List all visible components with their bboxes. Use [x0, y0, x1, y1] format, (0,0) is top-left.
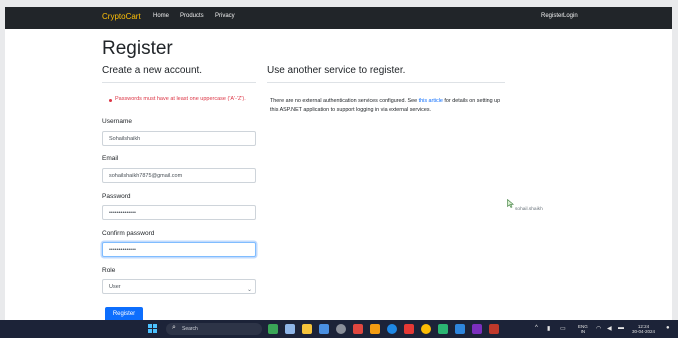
confirm-password-field[interactable]: •••••••••••••• [102, 242, 256, 257]
file-explorer-icon[interactable] [302, 324, 312, 334]
email-field[interactable]: sohailshaikh7875@gmail.com [102, 168, 256, 183]
left-subtitle: Create a new account. [102, 65, 203, 76]
nav-home[interactable]: Home [153, 13, 169, 19]
settings-gear-icon[interactable] [336, 324, 346, 334]
mouse-cursor-icon [507, 199, 514, 208]
volume-icon[interactable]: ◀ [607, 325, 612, 332]
browser-viewport: CryptoCart Home Products Privacy Registe… [5, 7, 672, 320]
taskbar: ⌕ Search ^ ▮ ▭ ENG IN ◠ ◀ ▬ 12:24 30-04-… [0, 320, 678, 338]
taskbar-search[interactable]: ⌕ Search [166, 323, 262, 335]
display-icon[interactable]: ▭ [560, 325, 566, 332]
password-label: Password [102, 193, 131, 200]
external-text-start: There are no external authentication ser… [270, 98, 419, 104]
visual-studio-icon[interactable] [472, 324, 482, 334]
watermark-text: sohail.shaikh [515, 207, 543, 212]
language-indicator[interactable]: ENG IN [578, 324, 588, 334]
vlc-icon[interactable] [370, 324, 380, 334]
app-icon[interactable] [353, 324, 363, 334]
article-link[interactable]: this article [419, 98, 443, 104]
notification-bell-icon[interactable]: ● [666, 325, 670, 331]
role-label: Role [102, 267, 116, 274]
battery-saver-icon[interactable]: ▮ [547, 325, 550, 332]
search-placeholder: Search [182, 326, 198, 332]
wifi-icon[interactable]: ◠ [596, 325, 601, 332]
right-subtitle: Use another service to register. [267, 65, 406, 76]
confirm-password-label: Confirm password [102, 230, 155, 237]
nav-privacy[interactable]: Privacy [215, 13, 235, 19]
task-view-icon[interactable] [285, 324, 295, 334]
navbar: CryptoCart Home Products Privacy Registe… [5, 7, 672, 29]
password-field[interactable]: •••••••••••••• [102, 205, 256, 220]
clock-date: 30-04-2024 [632, 329, 656, 334]
nav-register[interactable]: Register [541, 13, 563, 19]
validation-message: Passwords must have at least one upperca… [115, 96, 246, 102]
chrome-icon[interactable] [421, 324, 431, 334]
battery-icon[interactable]: ▬ [618, 325, 624, 331]
chevron-up-icon[interactable]: ^ [535, 325, 538, 331]
divider [102, 82, 256, 83]
app-icon-red[interactable] [489, 324, 499, 334]
username-label: Username [102, 118, 132, 125]
widgets-icon[interactable] [268, 324, 278, 334]
store-icon[interactable] [319, 324, 329, 334]
register-button[interactable]: Register [105, 307, 143, 320]
role-select[interactable]: User [102, 279, 256, 294]
brave-browser-icon[interactable] [404, 324, 414, 334]
email-label: Email [102, 155, 119, 162]
external-services-text: There are no external authentication ser… [270, 97, 508, 115]
clock[interactable]: 12:24 30-04-2024 [632, 324, 655, 334]
chevron-down-icon: ⌄ [247, 287, 253, 293]
whatsapp-icon[interactable] [438, 324, 448, 334]
mail-icon[interactable] [455, 324, 465, 334]
validation-bullet [109, 99, 112, 102]
nav-products[interactable]: Products [180, 13, 204, 19]
region-code: IN [580, 329, 586, 334]
divider [267, 82, 505, 83]
page-title: Register [102, 38, 173, 59]
username-field[interactable]: Sohailshaikh [102, 131, 256, 146]
edge-browser-icon[interactable] [387, 324, 397, 334]
search-icon: ⌕ [172, 324, 176, 331]
brand-link[interactable]: CryptoCart [102, 12, 141, 21]
windows-start-icon[interactable] [148, 324, 158, 334]
nav-login[interactable]: Login [563, 13, 578, 19]
